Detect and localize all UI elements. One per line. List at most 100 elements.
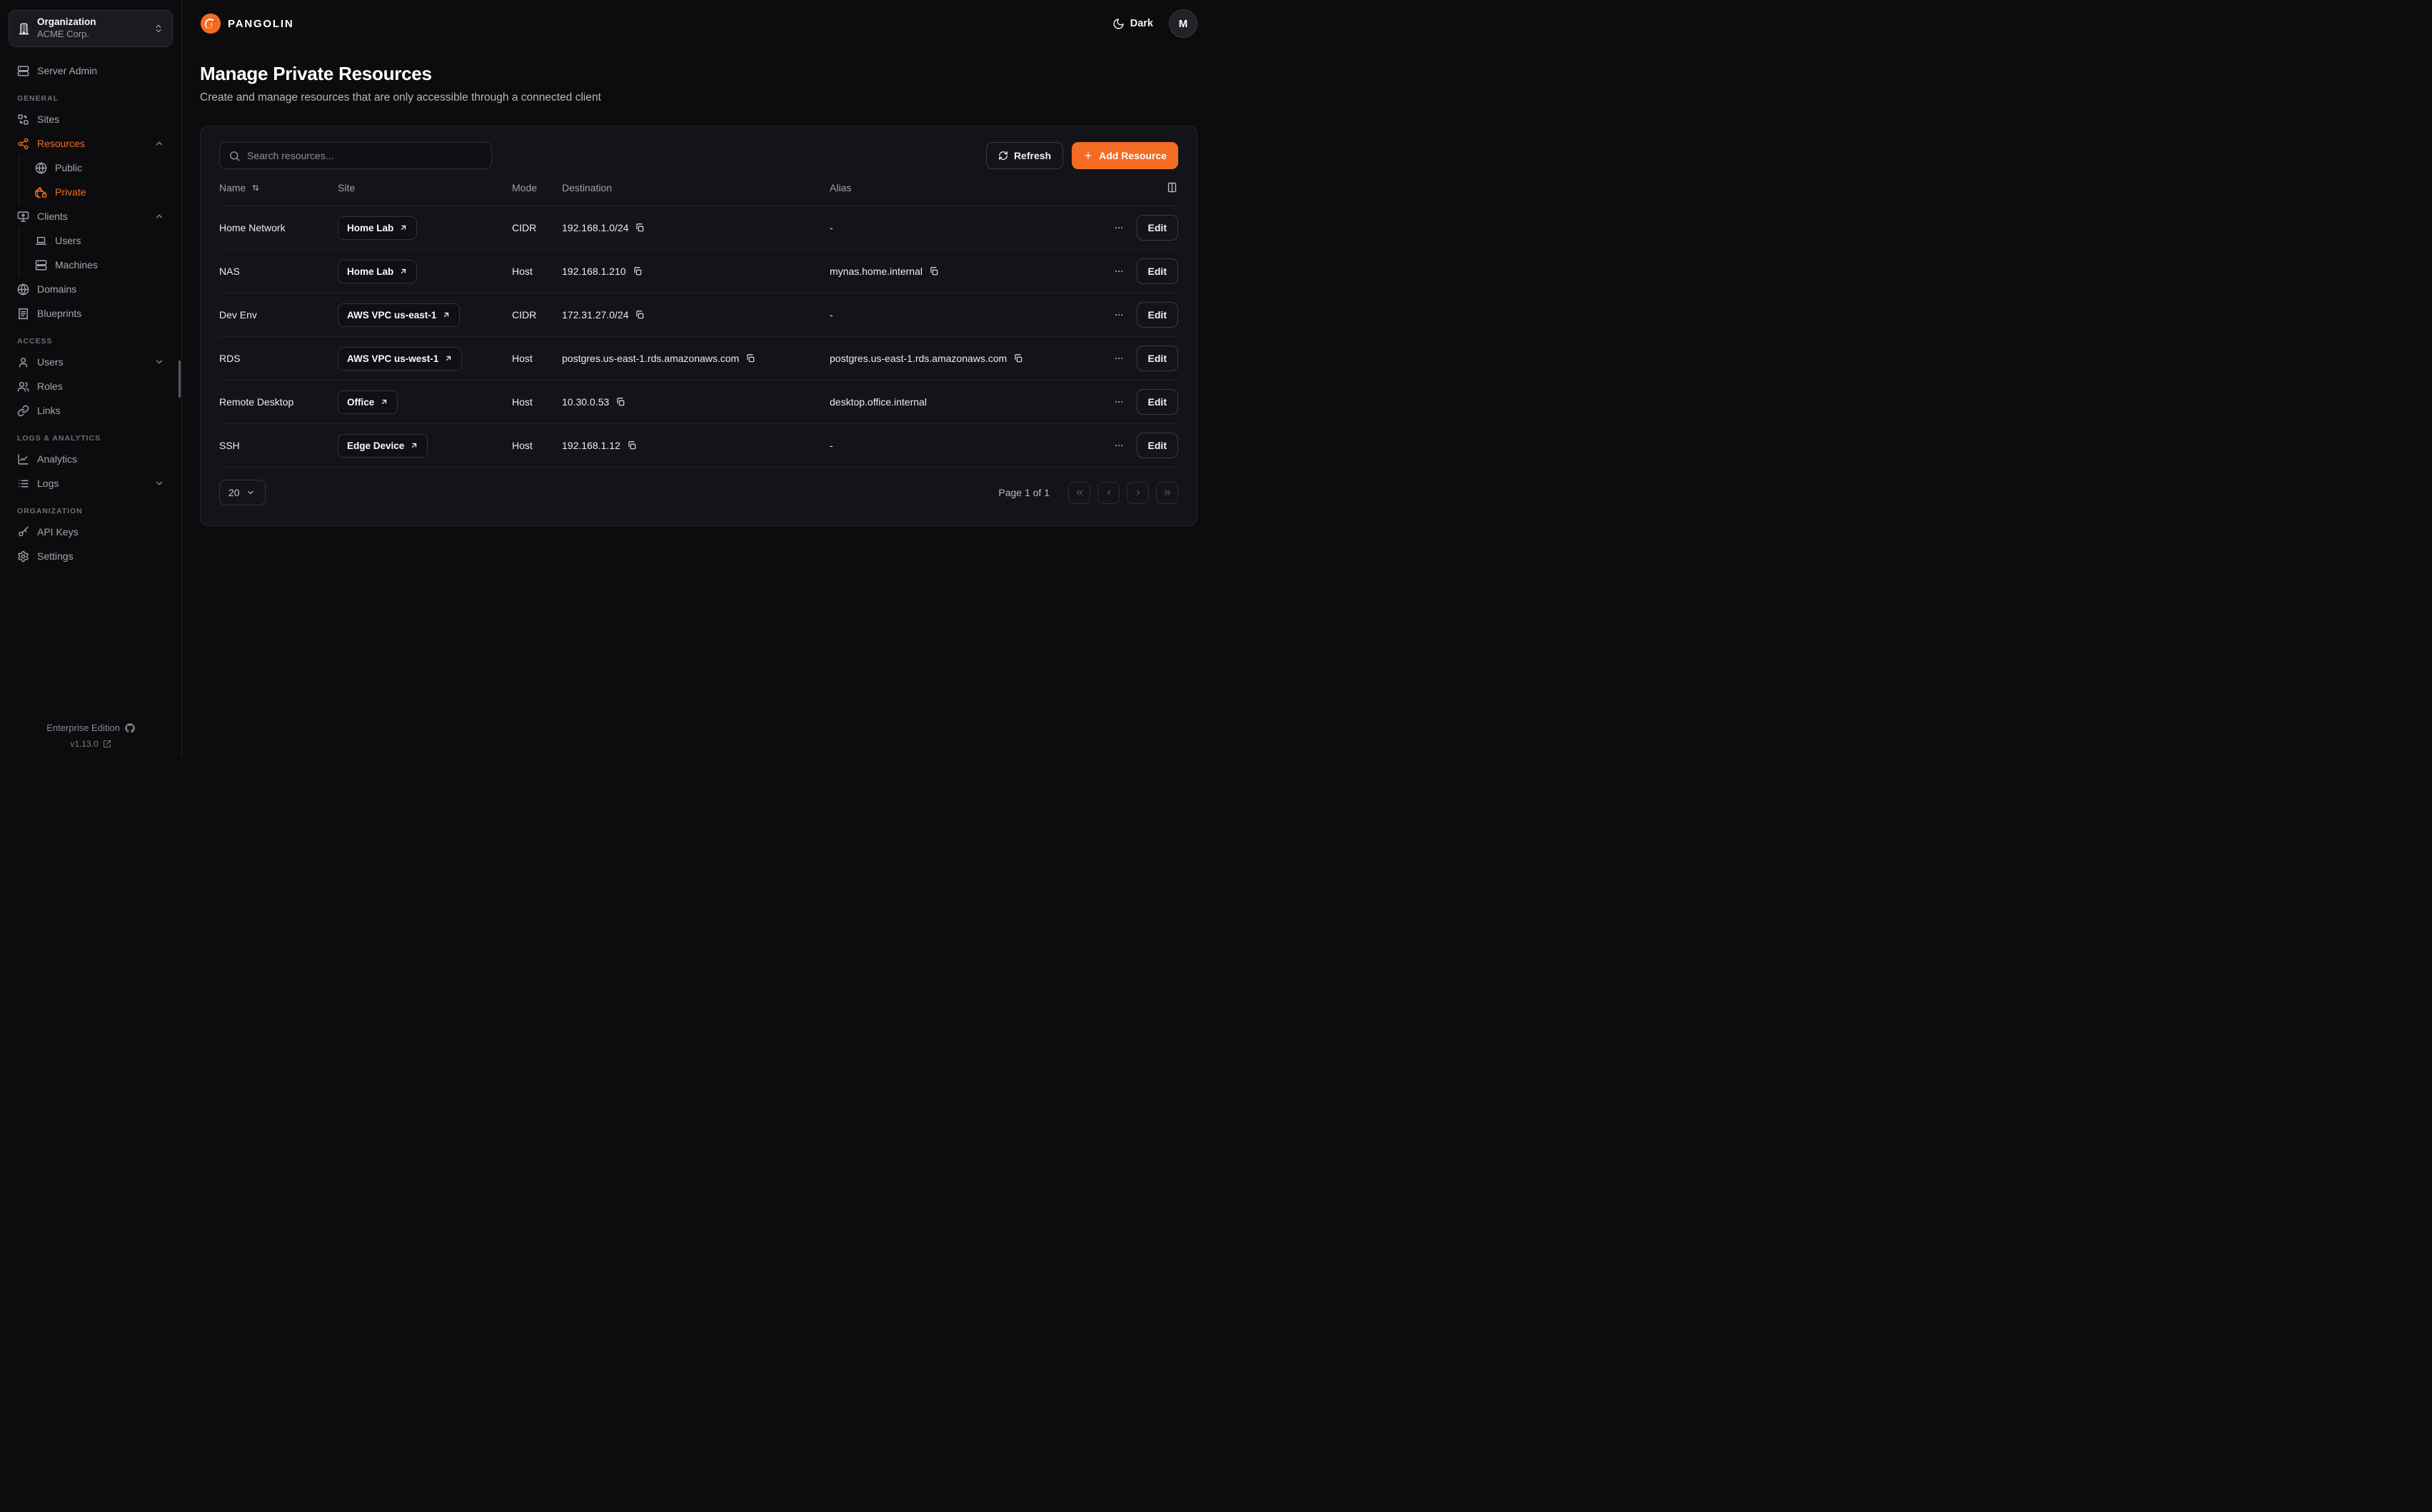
table-row: SSH Edge Device Host 192.168.1.12 - Edit [219, 424, 1178, 468]
edit-button[interactable]: Edit [1137, 302, 1178, 328]
prev-page-button[interactable] [1097, 482, 1120, 504]
copy-icon[interactable] [633, 266, 643, 276]
sidebar-item-label: Settings [37, 550, 74, 562]
site-link[interactable]: Edge Device [338, 434, 428, 458]
page-size-select[interactable]: 20 [219, 480, 266, 505]
sidebar-item-label: Public [55, 162, 82, 173]
last-page-button[interactable] [1156, 482, 1178, 504]
avatar[interactable]: M [1169, 9, 1197, 38]
arrow-up-right-icon [444, 354, 453, 363]
sidebar-item-private[interactable]: Private [26, 180, 173, 204]
pagination: 20 Page 1 of 1 [219, 468, 1178, 518]
site-link[interactable]: AWS VPC us-east-1 [338, 303, 460, 327]
site-link[interactable]: Home Lab [338, 260, 417, 283]
row-menu-button[interactable] [1114, 266, 1124, 276]
table-row: Dev Env AWS VPC us-east-1 CIDR 172.31.27… [219, 293, 1178, 337]
copy-icon[interactable] [929, 266, 939, 276]
org-selector[interactable]: Organization ACME Corp. [9, 10, 173, 47]
sidebar-item-logs[interactable]: Logs [9, 471, 173, 495]
sidebar-item-clients[interactable]: Clients [9, 204, 173, 228]
edit-button[interactable]: Edit [1137, 433, 1178, 458]
sidebar-scrollbar-thumb[interactable] [179, 361, 181, 398]
row-menu-button[interactable] [1114, 440, 1124, 450]
columns-view-icon[interactable] [1166, 181, 1178, 193]
site-link[interactable]: AWS VPC us-west-1 [338, 347, 462, 371]
sidebar-item-sites[interactable]: Sites [9, 107, 173, 131]
refresh-button[interactable]: Refresh [986, 142, 1063, 169]
sidebar-item-client-users[interactable]: Users [26, 228, 173, 253]
arrow-up-right-icon [380, 398, 388, 406]
copy-icon[interactable] [635, 223, 645, 233]
clients-subgroup: Users Machines [19, 228, 173, 277]
theme-toggle[interactable]: Dark [1112, 18, 1153, 30]
edit-button[interactable]: Edit [1137, 258, 1178, 284]
sidebar-item-label: Roles [37, 380, 63, 392]
edit-button[interactable]: Edit [1137, 215, 1178, 241]
sidebar-item-label: Sites [37, 114, 59, 125]
resources-subgroup: Public Private [19, 156, 173, 204]
next-page-button[interactable] [1127, 482, 1149, 504]
link-icon [17, 405, 29, 417]
version-link[interactable]: v1.13.0 [0, 739, 181, 749]
search-input[interactable] [247, 150, 483, 161]
resource-mode: Host [512, 440, 562, 451]
resource-name: Dev Env [219, 309, 338, 321]
sidebar-item-roles[interactable]: Roles [9, 374, 173, 398]
sidebar-item-machines[interactable]: Machines [26, 253, 173, 277]
sidebar-item-domains[interactable]: Domains [9, 277, 173, 301]
blueprint-icon [17, 308, 29, 320]
chevron-down-icon [154, 478, 164, 488]
arrow-up-right-icon [399, 223, 408, 232]
column-header-mode: Mode [512, 182, 562, 193]
globe-icon [35, 162, 47, 174]
external-link-icon [103, 740, 111, 748]
sort-icon [251, 183, 261, 193]
sidebar-item-blueprints[interactable]: Blueprints [9, 301, 173, 326]
copy-icon[interactable] [627, 440, 637, 450]
pangolin-logo-icon [200, 13, 221, 34]
sidebar-item-analytics[interactable]: Analytics [9, 447, 173, 471]
row-menu-button[interactable] [1114, 223, 1124, 233]
copy-icon[interactable] [1013, 353, 1023, 363]
laptop-icon [35, 235, 47, 247]
sidebar-item-label: Clients [37, 211, 68, 222]
server-icon [35, 259, 47, 271]
chevron-up-icon [154, 138, 164, 148]
brand[interactable]: PANGOLIN [200, 13, 293, 34]
sidebar-item-settings[interactable]: Settings [9, 544, 173, 568]
resource-destination: 172.31.27.0/24 [562, 309, 628, 321]
sites-icon [17, 114, 29, 126]
arrow-up-right-icon [410, 441, 418, 450]
sidebar-item-public[interactable]: Public [26, 156, 173, 180]
sidebar-item-links[interactable]: Links [9, 398, 173, 423]
add-resource-button[interactable]: Add Resource [1072, 142, 1178, 169]
edit-button[interactable]: Edit [1137, 389, 1178, 415]
table-row: RDS AWS VPC us-west-1 Host postgres.us-e… [219, 337, 1178, 380]
edit-button[interactable]: Edit [1137, 346, 1178, 371]
first-page-button[interactable] [1068, 482, 1090, 504]
page-title: Manage Private Resources [200, 63, 1197, 85]
resource-destination: postgres.us-east-1.rds.amazonaws.com [562, 353, 739, 364]
edition-label: Enterprise Edition [46, 722, 120, 733]
row-menu-button[interactable] [1114, 397, 1124, 407]
column-header-name[interactable]: Name [219, 182, 338, 193]
sidebar-item-users[interactable]: Users [9, 350, 173, 374]
sidebar-item-resources[interactable]: Resources [9, 131, 173, 156]
row-menu-button[interactable] [1114, 353, 1124, 363]
sidebar-item-api-keys[interactable]: API Keys [9, 520, 173, 544]
resource-name: SSH [219, 440, 338, 451]
sidebar-item-label: Blueprints [37, 308, 81, 319]
chevron-down-icon [154, 357, 164, 367]
copy-icon[interactable] [615, 397, 625, 407]
sidebar-item-server-admin[interactable]: Server Admin [9, 59, 173, 83]
resource-alias: mynas.home.internal [830, 266, 923, 277]
copy-icon[interactable] [745, 353, 755, 363]
site-link[interactable]: Office [338, 390, 398, 414]
copy-icon[interactable] [635, 310, 645, 320]
user-icon [17, 356, 29, 368]
row-menu-button[interactable] [1114, 310, 1124, 320]
site-link[interactable]: Home Lab [338, 216, 417, 240]
resource-destination: 192.168.1.12 [562, 440, 620, 451]
resource-name: RDS [219, 353, 338, 364]
github-icon[interactable] [125, 723, 135, 733]
